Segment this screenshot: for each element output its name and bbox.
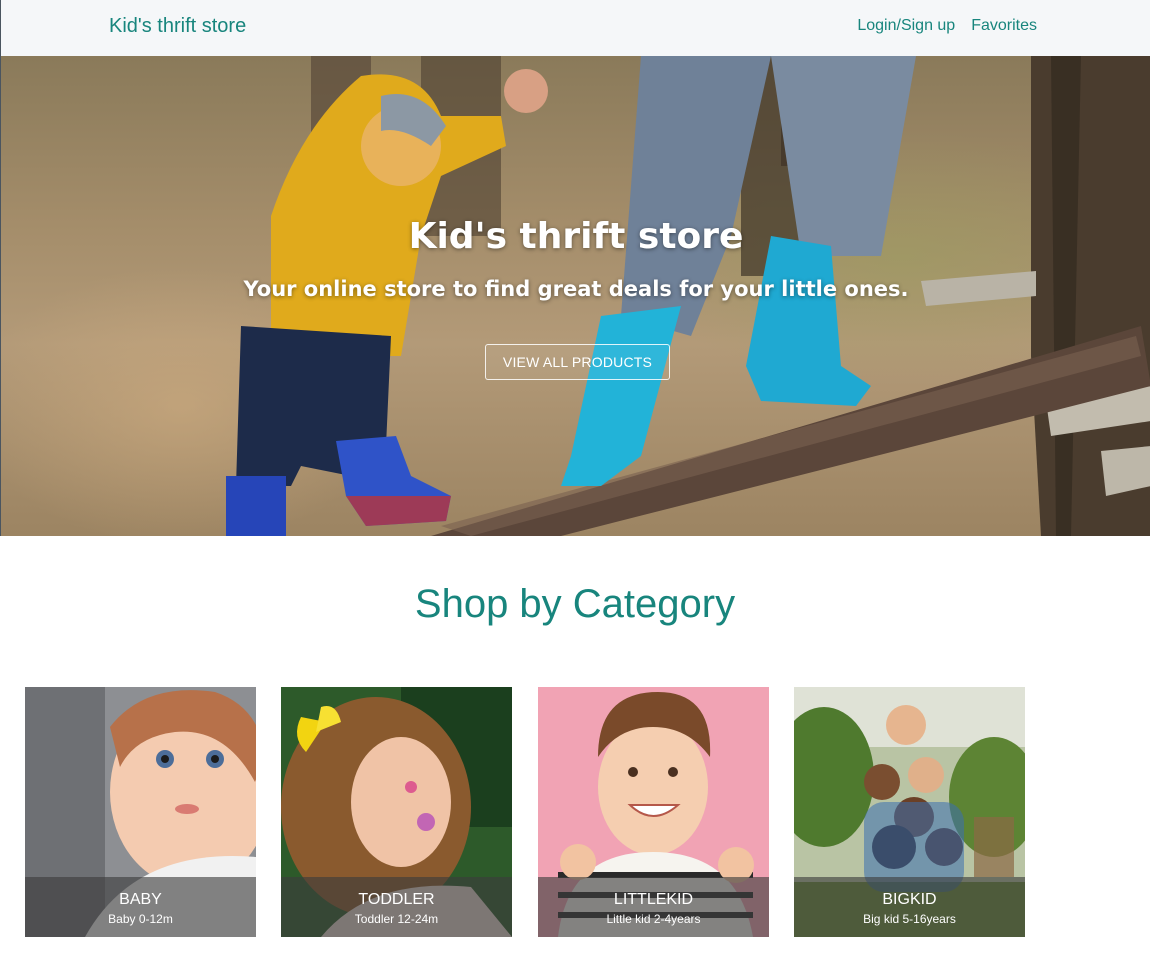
favorites-link[interactable]: Favorites [971, 17, 1037, 35]
hero-banner: Kid's thrift store Your online store to … [0, 56, 1150, 536]
nav-links: Login/Sign up Favorites [857, 17, 1037, 35]
view-all-products-button[interactable]: VIEW ALL PRODUCTS [485, 344, 670, 380]
brand-link[interactable]: Kid's thrift store [109, 15, 246, 38]
category-caption-bigkid: BIGKID Big kid 5-16years [794, 877, 1025, 937]
hero-title: Kid's thrift store [408, 216, 744, 257]
category-caption-toddler: TODDLER Toddler 12-24m [281, 877, 512, 937]
category-name: BIGKID [882, 891, 937, 908]
navbar: Kid's thrift store Login/Sign up Favorit… [0, 0, 1150, 56]
category-name: LITTLEKID [613, 891, 694, 908]
category-description: Big kid 5-16years [863, 912, 956, 926]
hero-content: Kid's thrift store Your online store to … [1, 56, 1150, 536]
hero-subtitle: Your online store to find great deals fo… [243, 277, 909, 301]
category-description: Baby 0-12m [108, 912, 173, 926]
category-card-baby[interactable]: BABY Baby 0-12m [25, 687, 256, 937]
category-description: Little kid 2-4years [606, 912, 701, 926]
category-card-littlekid[interactable]: LITTLEKID Little kid 2-4years [538, 687, 769, 937]
category-name: BABY [119, 891, 162, 908]
shop-by-category-heading: Shop by Category [414, 582, 736, 626]
category-description: Toddler 12-24m [354, 912, 439, 926]
category-card-toddler[interactable]: TODDLER Toddler 12-24m [281, 687, 512, 937]
category-name: TODDLER [358, 891, 435, 908]
category-caption-littlekid: LITTLEKID Little kid 2-4years [538, 877, 769, 937]
category-caption-baby: BABY Baby 0-12m [25, 877, 256, 937]
login-signup-link[interactable]: Login/Sign up [857, 17, 955, 35]
category-card-bigkid[interactable]: BIGKID Big kid 5-16years [794, 687, 1025, 937]
